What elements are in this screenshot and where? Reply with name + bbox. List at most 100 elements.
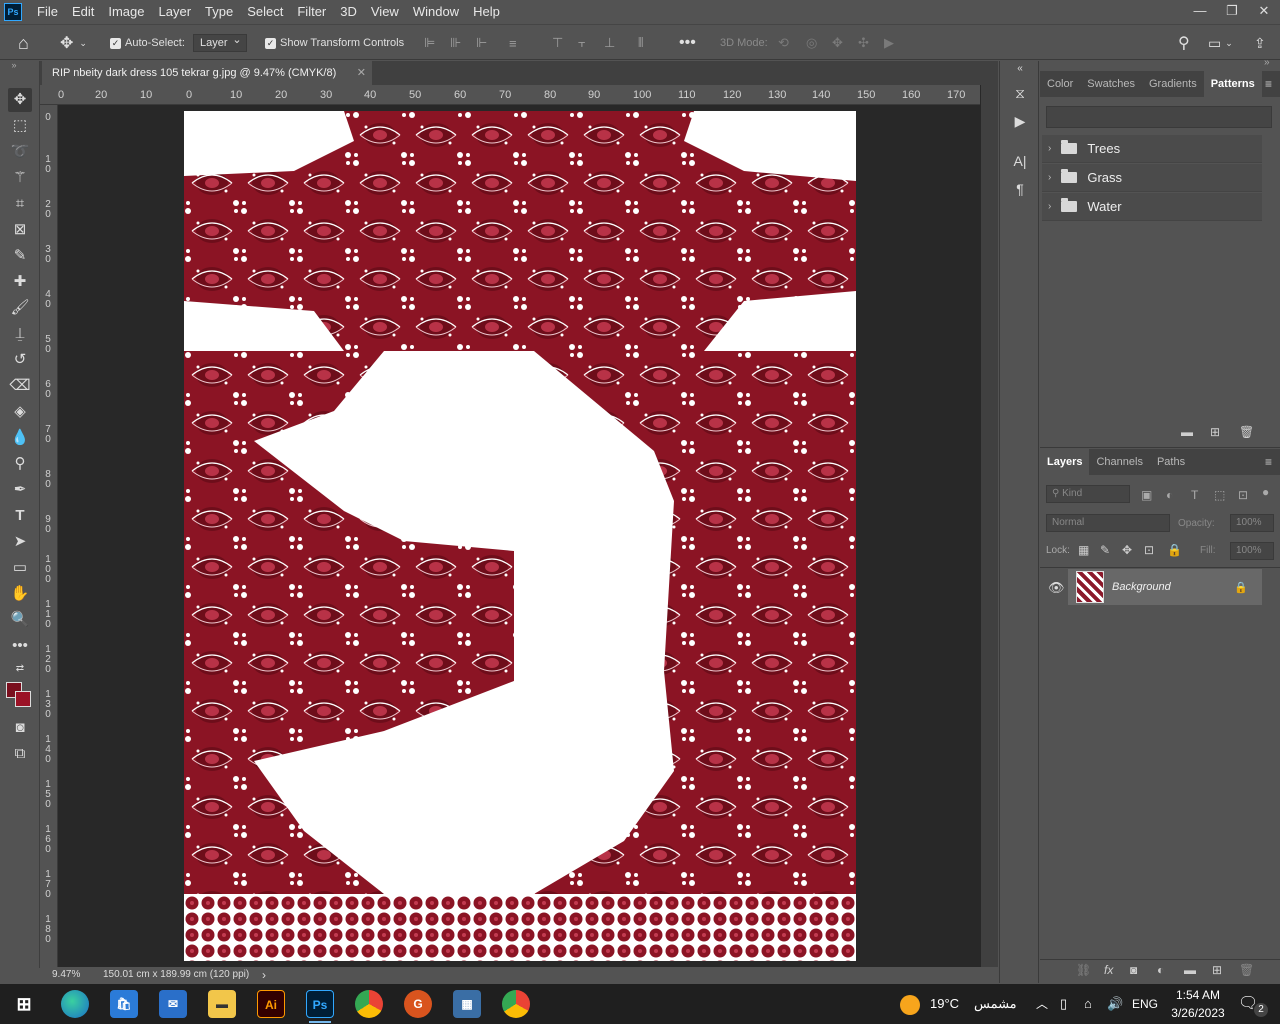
illustrator-icon[interactable]: Ai (257, 990, 285, 1018)
character-panel-icon[interactable]: A| (1008, 149, 1032, 173)
delete-layer-icon[interactable]: 🗑 (1239, 963, 1254, 977)
chevron-right-icon[interactable]: › (1048, 172, 1051, 183)
zoom-tool-icon[interactable]: 🔍 (8, 608, 32, 632)
align-bottom-icon[interactable]: ⊥ (604, 25, 615, 61)
fill-field[interactable]: 100% (1230, 542, 1274, 560)
calculator-icon[interactable]: ▦ (453, 990, 481, 1018)
device-icon[interactable]: ▯ (1060, 984, 1067, 1024)
pattern-group-trees[interactable]: › Trees (1042, 135, 1262, 163)
chevron-right-icon[interactable]: › (1048, 201, 1051, 212)
language-indicator[interactable]: ENG (1132, 984, 1158, 1024)
paint-bucket-tool-icon[interactable]: ◈ (8, 400, 32, 424)
align-center-icon[interactable]: ⊪ (450, 25, 461, 61)
path-selection-tool-icon[interactable]: ➤ (8, 530, 32, 554)
menu-file[interactable]: File (30, 0, 65, 24)
document-tab[interactable]: RIP nbeity dark dress 105 tekrar g.jpg @… (42, 61, 372, 85)
workspace-icon[interactable]: ▭ ⌄ (1208, 25, 1233, 61)
crop-tool-icon[interactable]: ⌗ (8, 192, 32, 216)
mail-icon[interactable]: ✉ (159, 990, 187, 1018)
menu-select[interactable]: Select (240, 0, 290, 24)
chrome-icon[interactable] (355, 990, 383, 1018)
tab-gradients[interactable]: Gradients (1142, 71, 1204, 97)
align-middle-icon[interactable]: ⫟ (578, 25, 586, 61)
microsoft-store-icon[interactable]: 🛍 (110, 990, 138, 1018)
network-icon[interactable]: ⌂ (1084, 984, 1092, 1024)
close-tab-icon[interactable]: ✕ (357, 61, 366, 85)
background-color-swatch[interactable] (15, 691, 31, 707)
menu-type[interactable]: Type (198, 0, 240, 24)
lock-transparent-icon[interactable]: ▦ (1078, 543, 1089, 557)
dodge-tool-icon[interactable]: ⚲ (8, 452, 32, 476)
windows-start-icon[interactable]: ⊞ (10, 990, 38, 1018)
lock-all-icon[interactable]: 🔒 (1167, 543, 1182, 557)
align-right-icon[interactable]: ⊩ (476, 25, 487, 61)
distribute-icon[interactable]: ≡ (509, 25, 517, 61)
actions-panel-icon[interactable]: ▶ (1008, 109, 1032, 133)
patterns-panel-menu-icon[interactable]: ≡ (1265, 77, 1272, 91)
tab-layers[interactable]: Layers (1040, 449, 1090, 475)
lasso-tool-icon[interactable]: ➰ (8, 140, 32, 164)
layer-kind-filter[interactable]: ⚲ Kind (1046, 485, 1130, 503)
marquee-tool-icon[interactable]: ⬚ (8, 114, 32, 138)
menu-edit[interactable]: Edit (65, 0, 101, 24)
expand-panels-icon[interactable]: » (1264, 57, 1270, 68)
paragraph-panel-icon[interactable]: ¶ (1008, 177, 1032, 201)
new-pattern-icon[interactable]: ⊞ (1210, 425, 1220, 439)
menu-layer[interactable]: Layer (152, 0, 199, 24)
blur-tool-icon[interactable]: 💧 (8, 426, 32, 450)
share-icon[interactable]: ⇪ (1254, 25, 1266, 61)
tab-patterns[interactable]: Patterns (1203, 71, 1262, 97)
filter-type-icon[interactable]: T (1191, 488, 1198, 502)
search-icon[interactable]: ⚲ (1178, 25, 1190, 61)
brush-tool-icon[interactable]: 🖌 (8, 296, 32, 320)
align-top-icon[interactable]: ⊤ (552, 25, 563, 61)
minimize-button[interactable]: — (1184, 0, 1216, 24)
rectangle-tool-icon[interactable]: ▭ (8, 556, 32, 580)
tab-color[interactable]: Color (1040, 71, 1080, 97)
align-left-icon[interactable]: ⊫ (424, 25, 435, 61)
new-group-icon[interactable]: ▬ (1184, 963, 1196, 977)
filter-toggle-icon[interactable]: ● (1262, 485, 1269, 499)
tab-swatches[interactable]: Swatches (1080, 71, 1142, 97)
menu-view[interactable]: View (364, 0, 406, 24)
opacity-field[interactable]: 100% (1230, 514, 1274, 532)
menu-3d[interactable]: 3D (333, 0, 364, 24)
filter-pixel-icon[interactable]: ▣ (1141, 488, 1152, 502)
auto-select-checkbox[interactable]: ✓ (110, 37, 121, 49)
document-canvas[interactable] (184, 111, 856, 961)
vertical-scrollbar[interactable] (981, 85, 998, 968)
filter-shape-icon[interactable]: ⬚ (1214, 488, 1225, 502)
layer-style-fx-icon[interactable]: fx (1104, 963, 1113, 977)
type-tool-icon[interactable]: T (8, 504, 32, 528)
home-icon[interactable]: ⌂ (18, 25, 29, 61)
history-brush-tool-icon[interactable]: ↺ (8, 348, 32, 372)
blend-mode-dropdown[interactable]: Normal (1046, 514, 1170, 532)
eraser-tool-icon[interactable]: ⌫ (8, 374, 32, 398)
show-transform-checkbox[interactable]: ✓ (265, 37, 276, 49)
lock-artboard-icon[interactable]: ⊡ (1144, 543, 1154, 557)
lock-image-icon[interactable]: ✎ (1100, 543, 1110, 557)
clock[interactable]: 1:54 AM 3/26/2023 (1166, 986, 1230, 1022)
tab-channels[interactable]: Channels (1089, 449, 1149, 475)
swap-colors-icon[interactable]: ⇄ (8, 662, 32, 676)
menu-image[interactable]: Image (101, 0, 151, 24)
edit-toolbar-icon[interactable]: ••• (8, 634, 32, 658)
pattern-group-water[interactable]: › Water (1042, 193, 1262, 221)
new-layer-icon[interactable]: ⊞ (1212, 963, 1222, 977)
layer-row-background[interactable]: Background 🔒 (1068, 569, 1262, 605)
collapse-tools-icon[interactable]: » (2, 60, 26, 70)
more-options-icon[interactable]: ••• (679, 25, 696, 61)
menu-help[interactable]: Help (466, 0, 507, 24)
tray-chevron-up-icon[interactable]: ︿ (1036, 984, 1048, 1024)
auto-select-dropdown[interactable]: Layer (193, 33, 247, 52)
lock-icon[interactable]: 🔒 (1234, 581, 1248, 594)
screen-mode-icon[interactable]: ⧉ (8, 742, 32, 766)
eyedropper-tool-icon[interactable]: ✎ (8, 244, 32, 268)
add-mask-icon[interactable]: ◙ (1130, 963, 1137, 977)
grammarly-icon[interactable]: G (404, 990, 432, 1018)
ruler-top[interactable]: 0 20 10 0 10 20 30 40 50 60 70 80 90 100… (40, 85, 980, 105)
edge-browser-icon[interactable] (61, 990, 89, 1018)
chrome-profile-icon[interactable] (502, 990, 530, 1018)
adjustment-layer-icon[interactable]: ◐ (1157, 963, 1164, 977)
delete-pattern-icon[interactable]: 🗑 (1239, 425, 1254, 439)
